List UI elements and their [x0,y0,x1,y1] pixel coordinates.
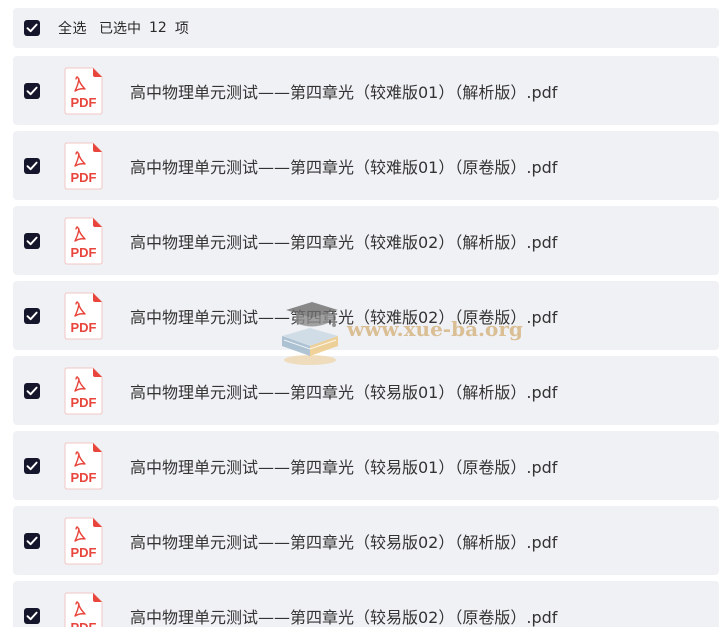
pdf-type-label: PDF [71,545,97,560]
pdf-type-label: PDF [71,395,97,410]
file-name[interactable]: 高中物理单元测试——第四章光（较易版02）（解析版）.pdf [130,529,557,553]
file-row[interactable]: PDF 高中物理单元测试——第四章光（较易版02）（解析版）.pdf [13,506,719,575]
file-checkbox[interactable] [24,382,40,399]
file-checkbox[interactable] [24,82,40,99]
file-name[interactable]: 高中物理单元测试——第四章光（较易版02）（原卷版）.pdf [130,604,557,627]
file-checkbox[interactable] [24,607,40,624]
check-icon [26,236,38,245]
file-name[interactable]: 高中物理单元测试——第四章光（较难版02）（原卷版）.pdf [130,304,557,328]
pdf-file-icon: PDF [64,142,103,189]
file-checkbox[interactable] [24,307,40,324]
check-icon [26,611,38,620]
pdf-type-label: PDF [71,620,97,627]
pdf-type-label: PDF [71,95,97,110]
select-all-bar: 全选 已选中 12 项 [13,8,719,48]
pdf-type-label: PDF [71,170,97,185]
file-name[interactable]: 高中物理单元测试——第四章光（较难版01）（解析版）.pdf [130,79,557,103]
file-list: PDF 高中物理单元测试——第四章光（较难版01）（解析版）.pdf PDF 高中物理… [13,56,719,627]
pdf-file-icon: PDF [64,217,103,264]
selected-count: 12 [149,20,167,36]
pdf-file-icon: PDF [64,292,103,339]
pdf-type-label: PDF [71,470,97,485]
check-icon [26,23,38,33]
check-icon [26,86,38,95]
check-icon [26,311,38,320]
selected-prefix-text: 已选中 [99,21,141,37]
pdf-file-icon: PDF [64,592,103,627]
file-name[interactable]: 高中物理单元测试——第四章光（较易版01）（原卷版）.pdf [130,454,557,478]
pdf-file-icon: PDF [64,67,103,114]
file-row[interactable]: PDF 高中物理单元测试——第四章光（较易版02）（原卷版）.pdf [13,581,719,627]
file-row[interactable]: PDF 高中物理单元测试——第四章光（较易版01）（原卷版）.pdf [13,431,719,500]
file-row[interactable]: PDF 高中物理单元测试——第四章光（较难版01）（原卷版）.pdf [13,131,719,200]
file-name[interactable]: 高中物理单元测试——第四章光（较难版01）（原卷版）.pdf [130,154,557,178]
pdf-type-label: PDF [71,245,97,260]
pdf-file-icon: PDF [64,367,103,414]
file-checkbox[interactable] [24,157,40,174]
file-row[interactable]: PDF 高中物理单元测试——第四章光（较易版01）（解析版）.pdf [13,356,719,425]
file-row[interactable]: PDF 高中物理单元测试——第四章光（较难版02）（解析版）.pdf [13,206,719,275]
check-icon [26,461,38,470]
pdf-file-icon: PDF [64,442,103,489]
select-all-label[interactable]: 全选 [58,18,87,38]
file-checkbox[interactable] [24,532,40,549]
check-icon [26,161,38,170]
file-checkbox[interactable] [24,232,40,249]
file-name[interactable]: 高中物理单元测试——第四章光（较难版02）（解析版）.pdf [130,229,557,253]
check-icon [26,386,38,395]
select-all-checkbox[interactable] [24,20,40,36]
file-name[interactable]: 高中物理单元测试——第四章光（较易版01）（解析版）.pdf [130,379,557,403]
file-checkbox[interactable] [24,457,40,474]
file-row[interactable]: PDF 高中物理单元测试——第四章光（较难版01）（解析版）.pdf [13,56,719,125]
check-icon [26,536,38,545]
selected-suffix-text: 项 [174,21,189,37]
pdf-type-label: PDF [71,320,97,335]
file-selection-page: 全选 已选中 12 项 PDF 高中物理单元测试——第四章光（较难版01）（解析版… [0,0,719,627]
pdf-file-icon: PDF [64,517,103,564]
file-row[interactable]: PDF 高中物理单元测试——第四章光（较难版02）（原卷版）.pdf [13,281,719,350]
